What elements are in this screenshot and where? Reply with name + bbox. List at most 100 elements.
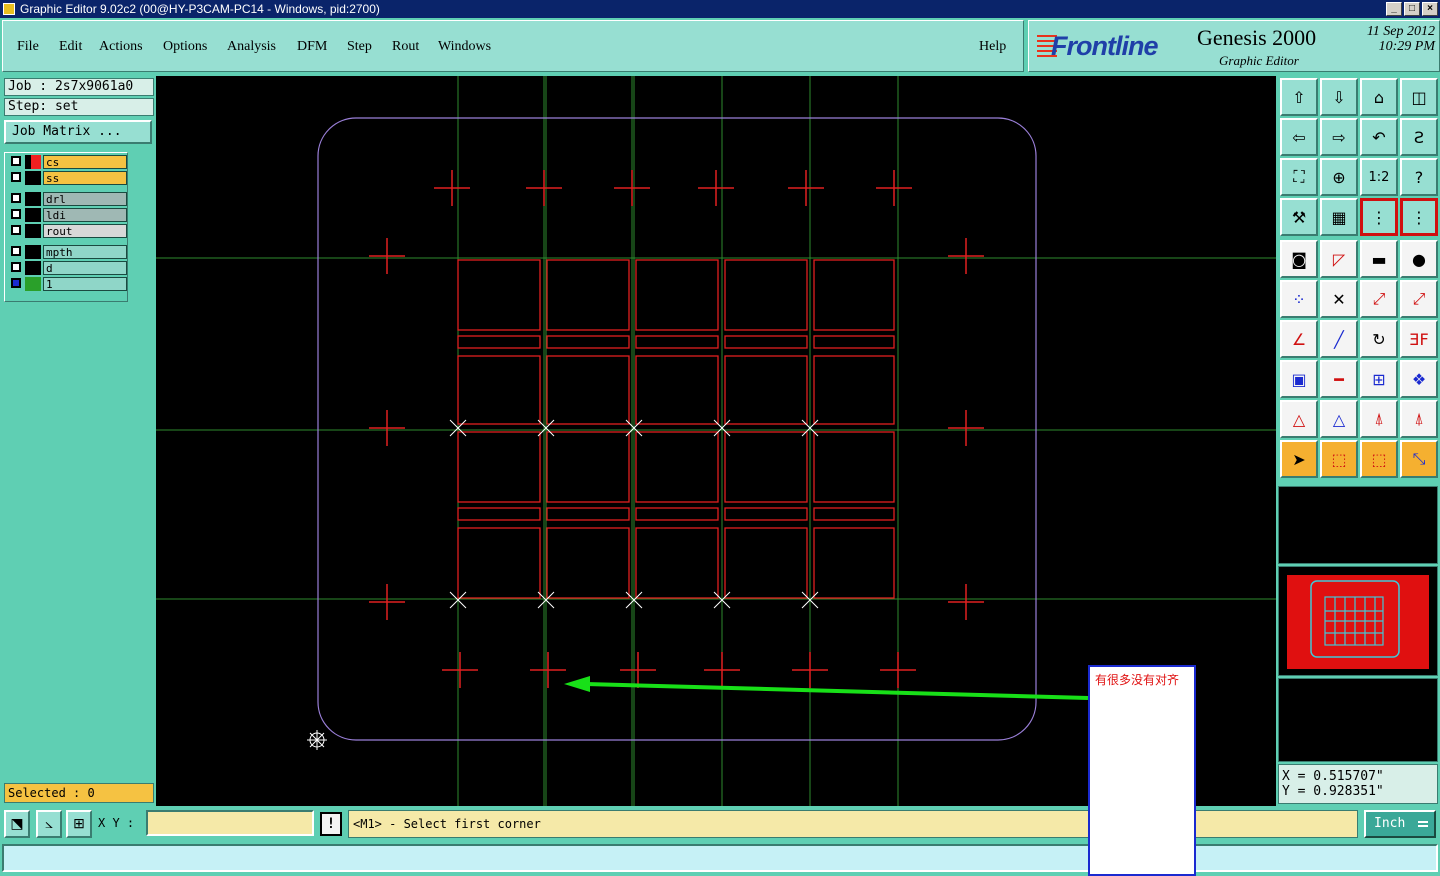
measure-icon[interactable]: ⊞	[1360, 360, 1398, 398]
menu-bar: File Edit Actions Options Analysis DFM S…	[2, 20, 1024, 72]
maximize-button[interactable]: □	[1404, 2, 1420, 16]
close-button[interactable]: ×	[1422, 2, 1438, 16]
menu-help[interactable]: Help	[979, 39, 1006, 55]
edit-shape-icon[interactable]: ◸	[1320, 240, 1358, 278]
window-icon[interactable]: ◫	[1400, 78, 1438, 116]
layer-checkbox[interactable]	[11, 225, 21, 235]
preview-area	[1278, 486, 1438, 564]
menu-file[interactable]: File	[17, 39, 39, 55]
minimap-drawing	[1287, 575, 1429, 669]
layers-red-icon[interactable]: ⋮	[1360, 198, 1398, 236]
menu-edit[interactable]: Edit	[59, 39, 82, 55]
command-prompt: <M1> - Select first corner	[348, 810, 1358, 838]
layer-color-swatch	[25, 155, 41, 169]
upload-icon[interactable]: ⇧	[1280, 78, 1318, 116]
triangle3-icon[interactable]: ⍋	[1360, 400, 1398, 438]
xy-input[interactable]	[146, 810, 314, 836]
layer-row-mpth[interactable]: mpth	[9, 245, 127, 259]
layer-checkbox[interactable]	[11, 209, 21, 219]
layer-name: ldi	[43, 208, 127, 222]
layer-checkbox[interactable]	[11, 172, 21, 182]
download-icon[interactable]: ⇩	[1320, 78, 1358, 116]
menu-step[interactable]: Step	[347, 39, 372, 55]
zigzag-icon[interactable]: Ƨ	[1400, 118, 1438, 156]
layer-name: drl	[43, 192, 127, 206]
line-icon[interactable]: ╱	[1320, 320, 1358, 358]
layer-color-swatch	[25, 277, 41, 291]
status-row: ⬔ ⦣ ⊞ X Y : ! <M1> - Select first corner…	[0, 806, 1440, 842]
layer-checkbox[interactable]	[11, 193, 21, 203]
grid-snap-icon[interactable]: ⊞	[66, 810, 92, 838]
dot-icon[interactable]: ●	[1400, 240, 1438, 278]
layers-blue-icon[interactable]: ⋮	[1400, 198, 1438, 236]
rotate-icon[interactable]: ↻	[1360, 320, 1398, 358]
date: 11 Sep 2012	[1366, 24, 1435, 39]
layer-row-cs[interactable]: cs	[9, 155, 127, 169]
ruler-icon[interactable]: ▬	[1360, 240, 1398, 278]
group-icon[interactable]: ❖	[1400, 360, 1438, 398]
measure-angle-icon[interactable]: ⦣	[36, 810, 62, 838]
menu-dfm[interactable]: DFM	[297, 39, 327, 55]
job-matrix-button[interactable]: Job Matrix ...	[4, 120, 152, 144]
menu-analysis[interactable]: Analysis	[227, 39, 276, 55]
minimap[interactable]	[1278, 566, 1438, 676]
menu-rout[interactable]: Rout	[392, 39, 419, 55]
minimize-button[interactable]: _	[1386, 2, 1402, 16]
selected-count: Selected : 0	[4, 783, 154, 803]
move-icon[interactable]: ⤢	[1360, 280, 1398, 318]
select-icon[interactable]: ⬚	[1320, 440, 1358, 478]
layer-row-d[interactable]: d	[9, 261, 127, 275]
layer-checkbox[interactable]	[11, 262, 21, 272]
left-arrow-icon[interactable]: ⇦	[1280, 118, 1318, 156]
line-minus-icon[interactable]: ━	[1320, 360, 1358, 398]
back-icon[interactable]: ↶	[1360, 118, 1398, 156]
right-arrow-icon[interactable]: ⇨	[1320, 118, 1358, 156]
layer-color-swatch	[25, 192, 41, 206]
grid-icon[interactable]: ▦	[1320, 198, 1358, 236]
home-icon[interactable]: ⌂	[1360, 78, 1398, 116]
ratio-icon[interactable]: 1:2	[1360, 158, 1398, 196]
layer-checkbox[interactable]	[11, 278, 21, 288]
exclaim-button[interactable]: !	[320, 812, 342, 836]
message-bar	[2, 844, 1438, 872]
layer-name: d	[43, 261, 127, 275]
pad-move-icon[interactable]: ▣	[1280, 360, 1318, 398]
pointer-icon[interactable]: ➤	[1280, 440, 1318, 478]
mirror-icon[interactable]: ƎF	[1400, 320, 1438, 358]
triangle2-icon[interactable]: △	[1320, 400, 1358, 438]
snap-icon[interactable]: ⬔	[4, 810, 30, 838]
layer-name: 1	[43, 277, 127, 291]
menu-actions[interactable]: Actions	[99, 39, 143, 55]
select2-icon[interactable]: ⬚	[1360, 440, 1398, 478]
cross-icon[interactable]: ✕	[1320, 280, 1358, 318]
logo-panel: Frontline Genesis 2000 Graphic Editor 11…	[1028, 20, 1440, 72]
y-coordinate: Y = 0.928351"	[1282, 784, 1384, 799]
connect-icon[interactable]: ⁘	[1280, 280, 1318, 318]
product-name: Genesis 2000	[1197, 25, 1317, 50]
window-controls: _ □ ×	[1386, 2, 1438, 16]
zoom-icon[interactable]: ⊕	[1320, 158, 1358, 196]
origin-icon	[307, 730, 327, 750]
layer-row-1[interactable]: 1	[9, 277, 127, 291]
info-area	[1278, 678, 1438, 762]
layer-checkbox[interactable]	[11, 246, 21, 256]
layer-row-ldi[interactable]: ldi	[9, 208, 127, 222]
angle-icon[interactable]: ∠	[1280, 320, 1318, 358]
menu-options[interactable]: Options	[163, 39, 207, 55]
fit-icon[interactable]: ⛶	[1280, 158, 1318, 196]
layer-color-swatch	[25, 171, 41, 185]
pad-icon[interactable]: ◙	[1280, 240, 1318, 278]
layer-list: cs ss drl ldi rout mpth d 1	[4, 152, 128, 302]
triangle-icon[interactable]: △	[1280, 400, 1318, 438]
layer-row-drl[interactable]: drl	[9, 192, 127, 206]
layer-checkbox[interactable]	[11, 156, 21, 166]
layer-row-ss[interactable]: ss	[9, 171, 127, 185]
layer-row-rout[interactable]: rout	[9, 224, 127, 238]
help-icon[interactable]: ?	[1400, 158, 1438, 196]
menu-windows[interactable]: Windows	[438, 39, 491, 55]
move2-icon[interactable]: ⤢	[1400, 280, 1438, 318]
route-icon[interactable]: ⤡	[1400, 440, 1438, 478]
wrench-icon[interactable]: ⚒	[1280, 198, 1318, 236]
unit-select[interactable]: Inch	[1364, 810, 1436, 838]
triangle4-icon[interactable]: ⍋	[1400, 400, 1438, 438]
